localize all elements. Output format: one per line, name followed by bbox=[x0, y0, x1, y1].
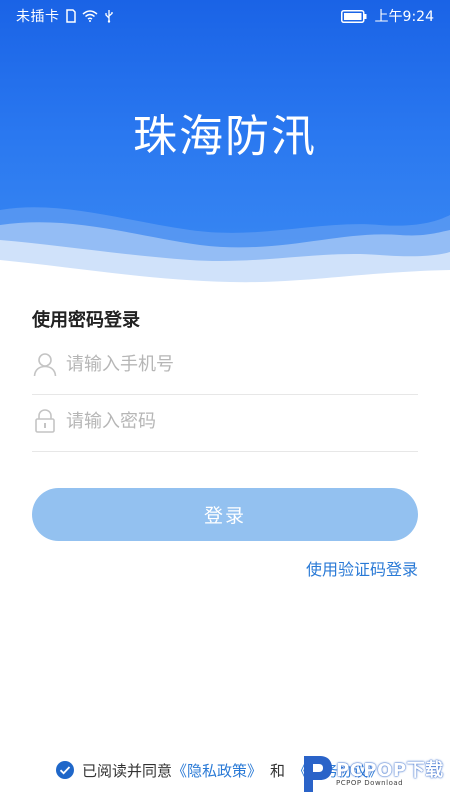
usb-icon bbox=[104, 9, 114, 23]
wifi-icon bbox=[82, 10, 98, 22]
check-circle-icon bbox=[56, 761, 74, 779]
sim-card-icon bbox=[65, 9, 76, 23]
clock-text: 上午9:24 bbox=[374, 9, 434, 25]
header-banner: 未插卡 上午9:24 珠海防汛 bbox=[0, 0, 450, 300]
sms-code-login-link[interactable]: 使用验证码登录 bbox=[306, 556, 418, 580]
login-screen: 未插卡 上午9:24 珠海防汛 使用密码登录 请输入手机号 登录 使用验证码登录… bbox=[0, 0, 450, 800]
phone-input[interactable] bbox=[66, 349, 406, 379]
watermark: PCPOP下载 PCPOP Download bbox=[300, 752, 444, 796]
password-input[interactable] bbox=[66, 406, 406, 436]
watermark-subtext: PCPOP Download bbox=[336, 779, 404, 787]
agreement-conjunction: 和 bbox=[270, 761, 286, 780]
privacy-policy-link[interactable]: 《隐私政策》 bbox=[172, 760, 262, 781]
carrier-text: 未插卡 bbox=[16, 9, 60, 25]
wave-decoration bbox=[0, 207, 450, 300]
login-method-heading: 使用密码登录 bbox=[32, 310, 140, 331]
user-icon bbox=[32, 351, 58, 377]
agreement-checkbox[interactable] bbox=[56, 761, 82, 779]
battery-icon bbox=[340, 9, 367, 23]
app-title: 珠海防汛 bbox=[133, 111, 317, 162]
login-button[interactable]: 登录 bbox=[32, 488, 418, 541]
status-bar: 未插卡 上午9:24 bbox=[0, 0, 450, 32]
watermark-logo-icon bbox=[304, 756, 332, 792]
phone-field bbox=[32, 337, 418, 395]
lock-icon bbox=[32, 408, 58, 434]
agreement-text: 已阅读并同意 bbox=[82, 761, 173, 780]
password-field bbox=[32, 394, 418, 452]
